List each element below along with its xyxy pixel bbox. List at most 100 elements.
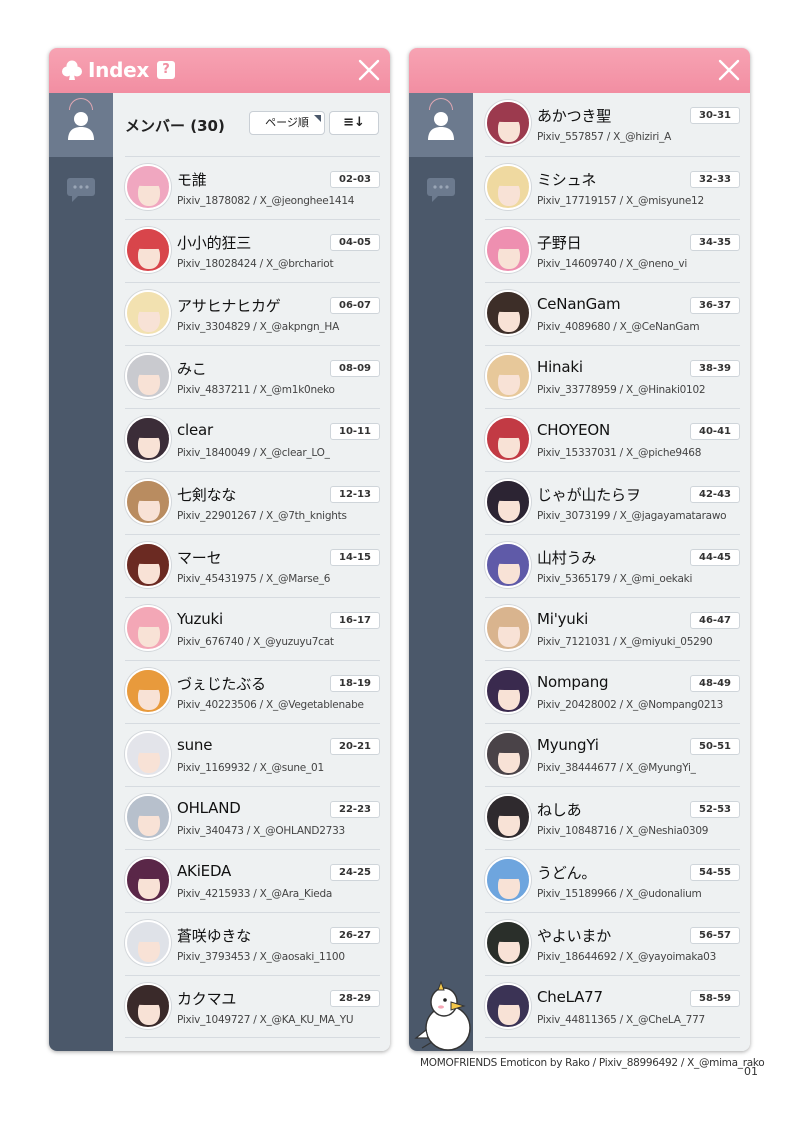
page-range-badge[interactable]: 36-37 bbox=[690, 297, 740, 314]
member-handles: Pixiv_15337031 / X_@piche9468 bbox=[537, 447, 702, 459]
member-row[interactable]: CheLA77 Pixiv_44811365 / X_@CheLA_777 58-5… bbox=[485, 975, 740, 1038]
sidebar-item-members[interactable] bbox=[49, 93, 113, 157]
member-row[interactable]: CeNanGam Pixiv_4089680 / X_@CeNanGam 36-37 bbox=[485, 282, 740, 345]
member-name: 小小的狂三 bbox=[177, 234, 252, 252]
page-range-badge[interactable]: 38-39 bbox=[690, 360, 740, 377]
member-row[interactable]: ねしあ Pixiv_10848716 / X_@Neshia0309 52-53 bbox=[485, 786, 740, 849]
page-range-badge[interactable]: 02-03 bbox=[330, 171, 380, 188]
member-row[interactable]: 蒼咲ゆきな Pixiv_3793453 / X_@aosaki_1100 26-27 bbox=[125, 912, 380, 975]
member-row[interactable]: clear Pixiv_1840049 / X_@clear_LO_ 10-11 bbox=[125, 408, 380, 471]
member-name: CheLA77 bbox=[537, 988, 603, 1006]
member-avatar bbox=[485, 227, 531, 273]
page-range-badge[interactable]: 58-59 bbox=[690, 990, 740, 1007]
page-range-badge[interactable]: 30-31 bbox=[690, 107, 740, 124]
help-button[interactable]: ? bbox=[156, 61, 175, 79]
page-range-badge[interactable]: 10-11 bbox=[330, 423, 380, 440]
member-row[interactable]: 小小的狂三 Pixiv_18028424 / X_@brchariot 04-05 bbox=[125, 219, 380, 282]
member-row[interactable]: 山村うみ Pixiv_5365179 / X_@mi_oekaki 44-45 bbox=[485, 534, 740, 597]
member-row[interactable]: アサヒナヒカゲ Pixiv_3304829 / X_@akpngn_HA 06-07 bbox=[125, 282, 380, 345]
page-range-badge[interactable]: 16-17 bbox=[330, 612, 380, 629]
page-range-badge[interactable]: 08-09 bbox=[330, 360, 380, 377]
chat-icon[interactable] bbox=[426, 177, 456, 203]
page-range-badge[interactable]: 54-55 bbox=[690, 864, 740, 881]
member-handles: Pixiv_1840049 / X_@clear_LO_ bbox=[177, 447, 330, 459]
sort-order-button[interactable]: ≡↓ bbox=[329, 111, 379, 135]
active-indicator bbox=[69, 98, 93, 110]
club-icon bbox=[62, 60, 82, 80]
page-range-badge[interactable]: 14-15 bbox=[330, 549, 380, 566]
member-avatar bbox=[485, 479, 531, 525]
member-avatar bbox=[125, 290, 171, 336]
page-range-badge[interactable]: 28-29 bbox=[330, 990, 380, 1007]
member-row[interactable]: MyungYi Pixiv_38444677 / X_@MyungYi_ 50-51 bbox=[485, 723, 740, 786]
sidebar bbox=[49, 93, 113, 1051]
close-icon[interactable] bbox=[718, 59, 740, 81]
member-handles: Pixiv_33778959 / X_@Hinaki0102 bbox=[537, 384, 706, 396]
page-range-badge[interactable]: 04-05 bbox=[330, 234, 380, 251]
members-header: メンバー (30) bbox=[125, 117, 225, 135]
sort-dropdown[interactable]: ページ順 bbox=[249, 111, 325, 135]
member-name: カクマユ bbox=[177, 990, 237, 1008]
member-row[interactable]: sune Pixiv_1169932 / X_@sune_01 20-21 bbox=[125, 723, 380, 786]
member-handles: Pixiv_15189966 / X_@udonalium bbox=[537, 888, 702, 900]
member-handles: Pixiv_20428002 / X_@Nompang0213 bbox=[537, 699, 724, 711]
member-avatar bbox=[125, 731, 171, 777]
chat-icon[interactable] bbox=[66, 177, 96, 203]
member-row[interactable]: CHOYEON Pixiv_15337031 / X_@piche9468 40-4… bbox=[485, 408, 740, 471]
member-row[interactable]: 七剣なな Pixiv_22901267 / X_@7th_knights 12-13 bbox=[125, 471, 380, 534]
member-name: Hinaki bbox=[537, 358, 583, 376]
sidebar-item-members[interactable] bbox=[409, 93, 473, 157]
member-handles: Pixiv_1049727 / X_@KA_KU_MA_YU bbox=[177, 1014, 354, 1026]
page-range-badge[interactable]: 32-33 bbox=[690, 171, 740, 188]
page-range-badge[interactable]: 48-49 bbox=[690, 675, 740, 692]
page-range-badge[interactable]: 34-35 bbox=[690, 234, 740, 251]
page-range-badge[interactable]: 42-43 bbox=[690, 486, 740, 503]
member-avatar bbox=[125, 164, 171, 210]
member-row[interactable]: Yuzuki Pixiv_676740 / X_@yuzuyu7cat 16-17 bbox=[125, 597, 380, 660]
member-row[interactable]: OHLAND Pixiv_340473 / X_@OHLAND2733 22-23 bbox=[125, 786, 380, 849]
page-range-badge[interactable]: 22-23 bbox=[330, 801, 380, 818]
page-range-badge[interactable]: 44-45 bbox=[690, 549, 740, 566]
page-range-badge[interactable]: 40-41 bbox=[690, 423, 740, 440]
member-row[interactable]: Hinaki Pixiv_33778959 / X_@Hinaki0102 38-3… bbox=[485, 345, 740, 408]
page-range-badge[interactable]: 20-21 bbox=[330, 738, 380, 755]
page-range-badge[interactable]: 50-51 bbox=[690, 738, 740, 755]
member-name: 山村うみ bbox=[537, 549, 597, 567]
member-row[interactable]: やよいまか Pixiv_18644692 / X_@yayoimaka03 56-5… bbox=[485, 912, 740, 975]
member-row[interactable]: カクマユ Pixiv_1049727 / X_@KA_KU_MA_YU 28-29 bbox=[125, 975, 380, 1038]
page-range-badge[interactable]: 12-13 bbox=[330, 486, 380, 503]
member-avatar bbox=[125, 416, 171, 462]
member-row[interactable]: モ誰 Pixiv_1878082 / X_@jeonghee1414 02-03 bbox=[125, 156, 380, 219]
member-row[interactable]: Mi'yuki Pixiv_7121031 / X_@miyuki_05290 46… bbox=[485, 597, 740, 660]
credit-line: MOMOFRIENDS Emoticon by Rako / Pixiv_889… bbox=[420, 1057, 765, 1069]
member-row[interactable]: Nompang Pixiv_20428002 / X_@Nompang0213 48… bbox=[485, 660, 740, 723]
page-range-badge[interactable]: 46-47 bbox=[690, 612, 740, 629]
member-name: マーセ bbox=[177, 549, 222, 567]
page-range-badge[interactable]: 26-27 bbox=[330, 927, 380, 944]
member-row[interactable]: づぇじたぶる Pixiv_40223506 / X_@Vegetablenabe 1… bbox=[125, 660, 380, 723]
member-row[interactable]: AKiEDA Pixiv_4215933 / X_@Ara_Kieda 24-25 bbox=[125, 849, 380, 912]
member-handles: Pixiv_3793453 / X_@aosaki_1100 bbox=[177, 951, 345, 963]
page-range-badge[interactable]: 56-57 bbox=[690, 927, 740, 944]
member-avatar bbox=[485, 731, 531, 777]
page-range-badge[interactable]: 24-25 bbox=[330, 864, 380, 881]
member-name: ねしあ bbox=[537, 801, 582, 819]
close-icon[interactable] bbox=[358, 59, 380, 81]
member-name: CHOYEON bbox=[537, 421, 611, 439]
page-range-badge[interactable]: 06-07 bbox=[330, 297, 380, 314]
member-row[interactable]: 子野日 Pixiv_14609740 / X_@neno_vi 34-35 bbox=[485, 219, 740, 282]
member-row[interactable]: ミシュネ Pixiv_17719157 / X_@misyune12 32-33 bbox=[485, 156, 740, 219]
member-name: あかつき聖 bbox=[537, 107, 612, 125]
page-range-badge[interactable]: 52-53 bbox=[690, 801, 740, 818]
page-range-badge[interactable]: 18-19 bbox=[330, 675, 380, 692]
member-avatar bbox=[125, 857, 171, 903]
member-name: Yuzuki bbox=[177, 610, 223, 628]
member-name: ミシュネ bbox=[537, 171, 597, 189]
member-row[interactable]: じゃが山たらヲ Pixiv_3073199 / X_@jagayamatarawo… bbox=[485, 471, 740, 534]
member-handles: Pixiv_45431975 / X_@Marse_6 bbox=[177, 573, 331, 585]
member-handles: Pixiv_18644692 / X_@yayoimaka03 bbox=[537, 951, 717, 963]
member-row[interactable]: あかつき聖 Pixiv_557857 / X_@hiziri_A 30-31 bbox=[485, 93, 740, 156]
member-row[interactable]: みこ Pixiv_4837211 / X_@m1k0neko 08-09 bbox=[125, 345, 380, 408]
member-row[interactable]: マーセ Pixiv_45431975 / X_@Marse_6 14-15 bbox=[125, 534, 380, 597]
member-row[interactable]: うどん。 Pixiv_15189966 / X_@udonalium 54-55 bbox=[485, 849, 740, 912]
